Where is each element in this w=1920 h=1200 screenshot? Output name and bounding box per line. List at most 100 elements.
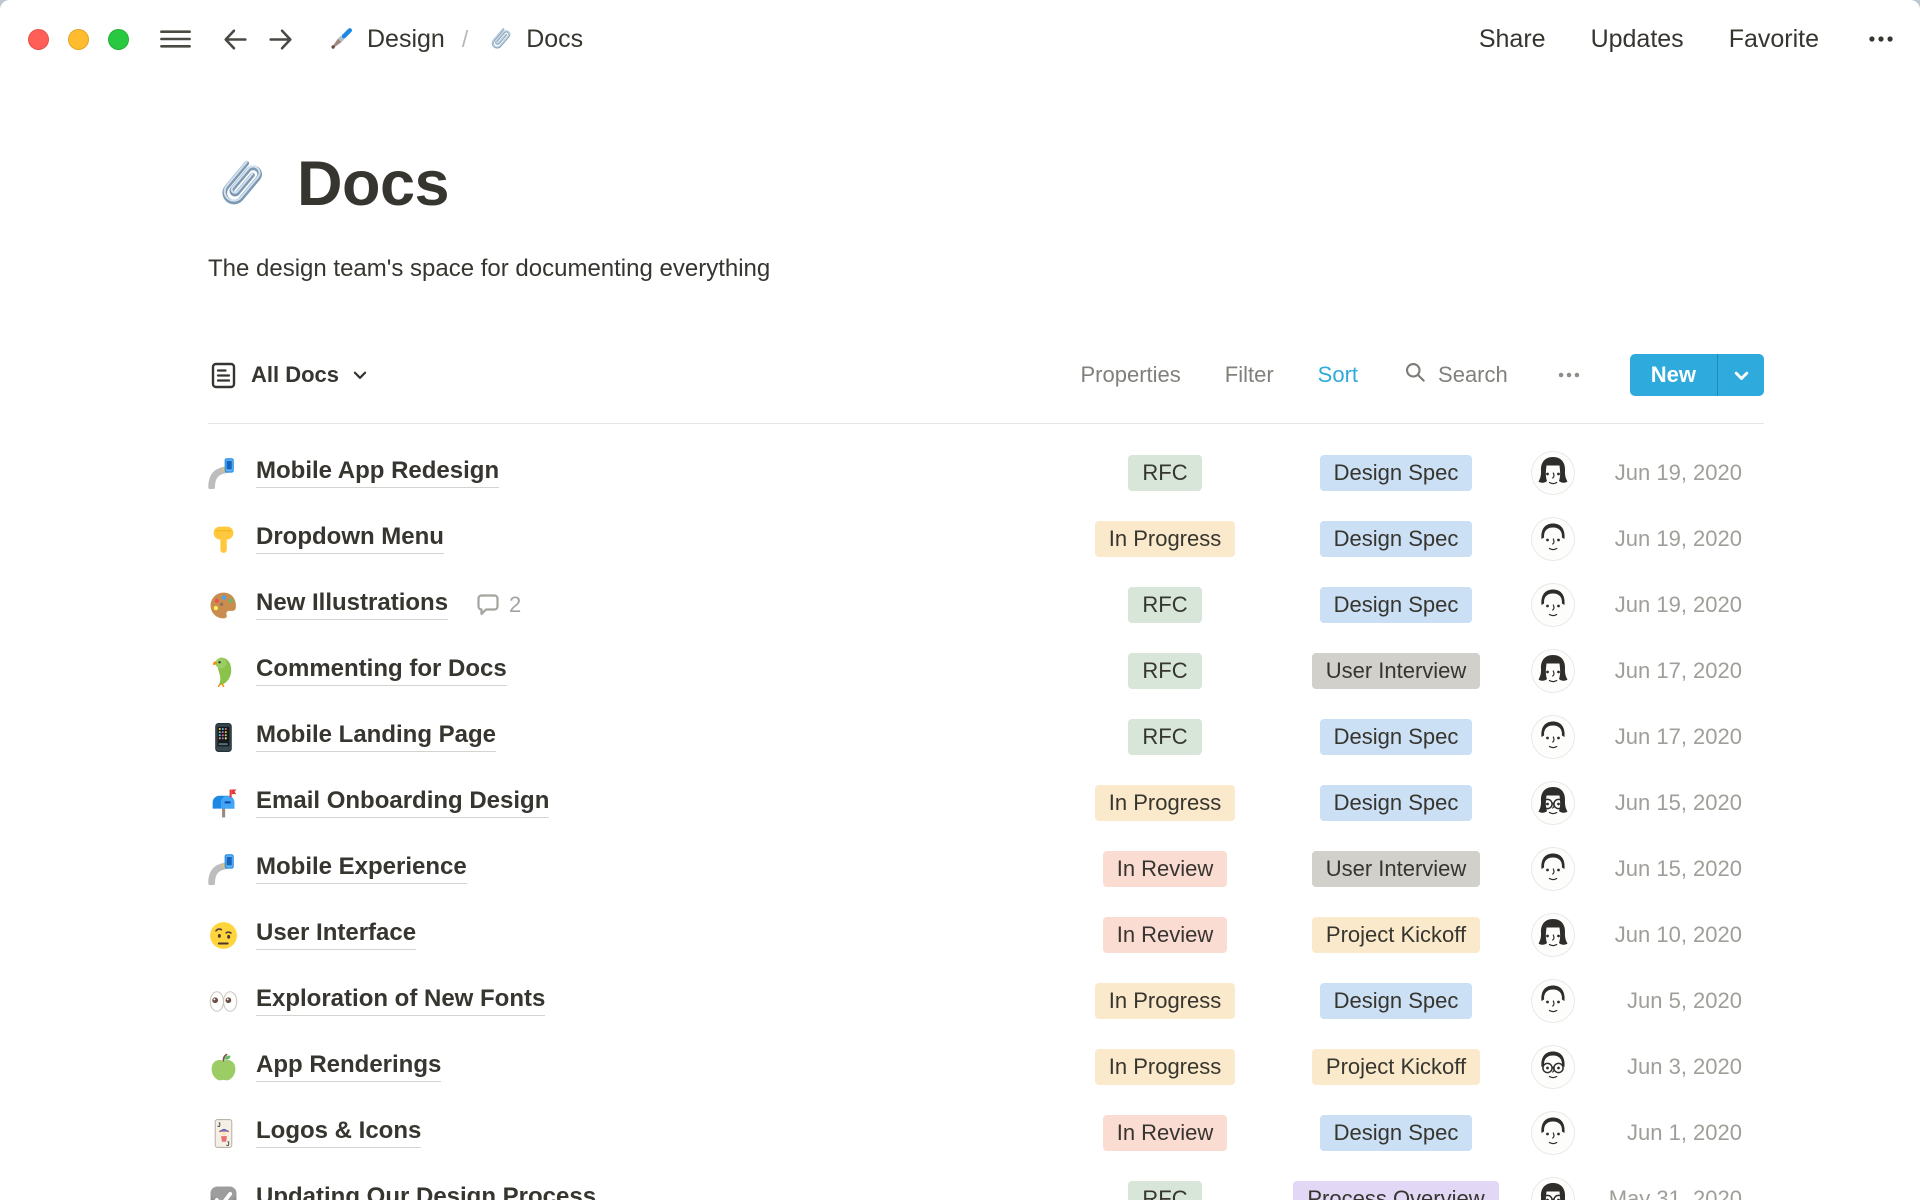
status-badge[interactable]: RFC <box>1128 587 1202 623</box>
table-row: Commenting for Docs RFC User Interview Jun … <box>208 638 1764 704</box>
status-badge[interactable]: In Progress <box>1094 983 1236 1019</box>
avatar <box>1532 1046 1574 1088</box>
palette-icon <box>208 590 239 621</box>
edited-date: Jun 19, 2020 <box>1614 526 1742 551</box>
new-button-group: New <box>1629 354 1764 396</box>
properties-button[interactable]: Properties <box>1081 362 1181 388</box>
comment-count[interactable]: 2 <box>475 592 521 618</box>
doc-title-link[interactable]: Updating Our Design Process <box>256 1184 596 1200</box>
status-badge[interactable]: In Progress <box>1094 785 1236 821</box>
avatar <box>1532 716 1574 758</box>
category-badge[interactable]: Design Spec <box>1319 983 1473 1019</box>
table-row: Dropdown Menu In Progress Design Spec Jun 1… <box>208 506 1764 572</box>
doc-title-link[interactable]: Mobile Experience <box>256 854 467 885</box>
hamburger-icon[interactable] <box>159 24 192 54</box>
ellipsis-icon[interactable] <box>1864 22 1898 56</box>
notion-window: Design / Docs Share Updates Favorite Doc… <box>0 0 1920 1200</box>
edited-date: Jun 15, 2020 <box>1614 856 1742 881</box>
page-paperclip-icon[interactable] <box>208 152 272 216</box>
category-badge[interactable]: Design Spec <box>1319 1115 1473 1151</box>
share-button[interactable]: Share <box>1479 25 1546 54</box>
category-badge[interactable]: Design Spec <box>1319 587 1473 623</box>
status-badge[interactable]: RFC <box>1128 455 1202 491</box>
search-icon <box>1402 359 1428 391</box>
close-button[interactable] <box>28 28 49 50</box>
parrot-icon <box>208 656 239 687</box>
category-badge[interactable]: Design Spec <box>1319 521 1473 557</box>
edited-date: Jun 17, 2020 <box>1614 658 1742 683</box>
mailbox-icon <box>208 788 239 819</box>
doc-title-link[interactable]: Dropdown Menu <box>256 524 444 555</box>
breadcrumb-item-docs[interactable]: Docs <box>485 24 583 54</box>
forward-arrow-icon[interactable] <box>265 24 296 55</box>
doc-title-link[interactable]: Logos & Icons <box>256 1118 422 1149</box>
more-options-icon[interactable] <box>1552 358 1586 392</box>
comment-icon <box>475 592 501 618</box>
table-row: Updating Our Design Process RFC Process Ov… <box>208 1166 1764 1200</box>
category-badge[interactable]: Design Spec <box>1319 785 1473 821</box>
doc-title-link[interactable]: App Renderings <box>256 1052 442 1083</box>
doc-title-link[interactable]: Email Onboarding Design <box>256 788 550 819</box>
avatar <box>1532 518 1574 560</box>
favorite-button[interactable]: Favorite <box>1729 25 1819 54</box>
new-dropdown-button[interactable] <box>1717 354 1764 396</box>
selfie-icon <box>208 457 239 489</box>
edited-date: Jun 19, 2020 <box>1614 592 1742 617</box>
category-badge[interactable]: User Interview <box>1311 653 1481 689</box>
topbar-actions: Share Updates Favorite <box>1479 22 1898 56</box>
avatar <box>1532 584 1574 626</box>
view-label: All Docs <box>251 362 340 387</box>
doc-title-link[interactable]: New Illustrations <box>256 590 449 621</box>
breadcrumb: Design / Docs <box>326 24 583 54</box>
paintbrush-icon <box>326 24 356 54</box>
table-row: App Renderings In Progress Project Kickoff… <box>208 1034 1764 1100</box>
back-arrow-icon[interactable] <box>220 24 251 55</box>
category-badge[interactable]: Design Spec <box>1319 455 1473 491</box>
checkbox-icon <box>208 1184 239 1200</box>
category-badge[interactable]: User Interview <box>1311 851 1481 887</box>
sort-button[interactable]: Sort <box>1318 362 1358 388</box>
updates-button[interactable]: Updates <box>1591 25 1684 54</box>
avatar <box>1532 650 1574 692</box>
green-apple-icon <box>208 1052 239 1083</box>
table-row: User Interface In Review Project Kickoff Ju… <box>208 902 1764 968</box>
page-body: Docs The design team's space for documen… <box>0 148 1920 1200</box>
category-badge[interactable]: Process Overview <box>1293 1181 1499 1200</box>
category-badge[interactable]: Project Kickoff <box>1311 1049 1481 1085</box>
search-button[interactable]: Search <box>1402 359 1508 391</box>
status-badge[interactable]: In Review <box>1102 917 1228 953</box>
avatar <box>1532 782 1574 824</box>
doc-title-link[interactable]: Exploration of New Fonts <box>256 986 546 1017</box>
status-badge[interactable]: In Progress <box>1094 1049 1236 1085</box>
minimize-button[interactable] <box>68 28 89 50</box>
zoom-button[interactable] <box>108 28 129 50</box>
avatar <box>1532 452 1574 494</box>
doc-title-link[interactable]: User Interface <box>256 920 417 951</box>
pointing-down-icon <box>208 524 239 555</box>
status-badge[interactable]: RFC <box>1128 1181 1202 1200</box>
breadcrumb-label: Docs <box>526 24 584 53</box>
view-selector[interactable]: All Docs <box>208 360 369 391</box>
category-badge[interactable]: Project Kickoff <box>1311 917 1481 953</box>
status-badge[interactable]: In Progress <box>1094 521 1236 557</box>
filter-button[interactable]: Filter <box>1225 362 1274 388</box>
status-badge[interactable]: In Review <box>1102 1115 1228 1151</box>
doc-title-link[interactable]: Mobile Landing Page <box>256 722 497 753</box>
edited-date: Jun 15, 2020 <box>1614 790 1742 815</box>
eyes-icon <box>208 986 239 1017</box>
breadcrumb-item-design[interactable]: Design <box>326 24 445 54</box>
status-badge[interactable]: RFC <box>1128 653 1202 689</box>
table-row: New Illustrations 2 RFC Design Spec Jun 19, … <box>208 572 1764 638</box>
breadcrumb-label: Design <box>367 24 445 53</box>
svg-text:J: J <box>226 1140 230 1147</box>
status-badge[interactable]: In Review <box>1102 851 1228 887</box>
edited-date: Jun 3, 2020 <box>1627 1054 1742 1079</box>
table-row: J J Logos & Icons In Review Design Spec Jun 1… <box>208 1100 1764 1166</box>
new-button[interactable]: New <box>1630 354 1717 396</box>
doc-title-link[interactable]: Mobile App Redesign <box>256 458 500 489</box>
joker-card-icon: JJ <box>208 1118 239 1149</box>
table-row: Email Onboarding Design In Progress Design… <box>208 770 1764 836</box>
category-badge[interactable]: Design Spec <box>1319 719 1473 755</box>
doc-title-link[interactable]: Commenting for Docs <box>256 656 507 687</box>
status-badge[interactable]: RFC <box>1128 719 1202 755</box>
